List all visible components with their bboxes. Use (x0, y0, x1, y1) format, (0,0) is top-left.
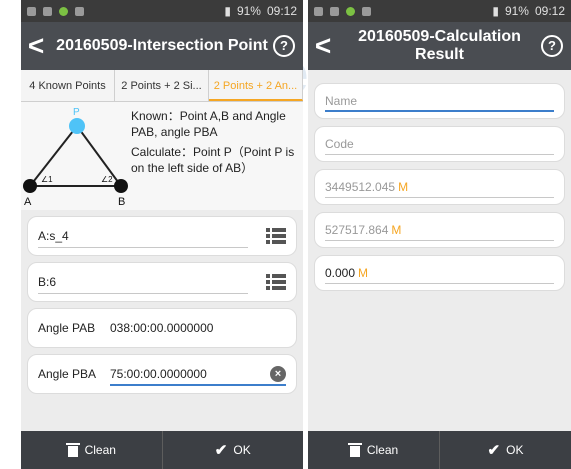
clock: 09:12 (266, 4, 297, 18)
app-icon (330, 6, 339, 16)
green-dot-icon (59, 6, 68, 16)
angle-pab-field[interactable]: Angle PAB 038:00:00.0000000 (27, 308, 297, 348)
label-b: B (118, 196, 125, 208)
notification-icon (314, 6, 323, 16)
calculate-text: Calculate：Point P（Point P is on the left… (131, 145, 295, 175)
point-p-marker (69, 118, 85, 134)
north-unit: M (398, 180, 409, 194)
angle-pba-field[interactable]: Angle PBA 75:00:00.0000000 × (27, 354, 297, 394)
clear-icon[interactable]: × (270, 366, 286, 382)
name-input[interactable]: Name (325, 94, 357, 108)
signal-icon: ▮ (492, 4, 499, 18)
point-a-marker (23, 179, 37, 193)
north-value: 3449512.045 (325, 180, 396, 194)
label-a: A (24, 196, 32, 208)
label-angle-1: ∠1 (41, 175, 53, 184)
angle-pba-input[interactable]: 75:00:00.0000000 (110, 367, 270, 381)
point-b-field[interactable]: B:6 (27, 262, 297, 302)
title-bar: < 20160509-Intersection Point ? (21, 22, 303, 70)
title-bar: < 20160509-Calculation Result ? (308, 22, 571, 70)
known-text: Known：Point A,B and Angle PAB, angle PBA (131, 109, 286, 139)
notification-icon (27, 6, 36, 16)
action-bar: Clean ✔ OK (308, 431, 571, 469)
label-p: P (73, 107, 80, 118)
tab-4-known-points[interactable]: 4 Known Points (21, 70, 115, 101)
method-tabs: 4 Known Points 2 Points + 2 Si... 2 Poin… (21, 70, 303, 102)
east-value: 527517.864 (325, 223, 389, 237)
back-icon[interactable]: < (308, 22, 338, 70)
clean-button[interactable]: Clean (21, 431, 163, 469)
check-icon: ✔ (214, 442, 228, 459)
point-b-value: B:6 (38, 275, 57, 289)
ok-label: OK (506, 443, 524, 457)
clock: 09:12 (534, 4, 565, 18)
triangle-diagram: P A B ∠1 ∠2 (21, 102, 131, 210)
intersection-point-screen: ▮ 91% 09:12 < 20160509-Intersection Poin… (21, 0, 303, 469)
method-text: Known：Point A,B and Angle PAB, angle PBA… (131, 102, 303, 210)
battery-level: 91% (236, 4, 261, 18)
height-unit: M (358, 266, 369, 280)
status-bar: ▮ 91% 09:12 (21, 0, 303, 22)
code-input[interactable]: Code (325, 137, 354, 151)
signal-icon: ▮ (224, 4, 231, 18)
ok-button[interactable]: ✔ OK (163, 431, 304, 469)
code-field[interactable]: Code (314, 126, 565, 162)
image-icon (362, 6, 371, 16)
name-field[interactable]: Name (314, 83, 565, 119)
east-field[interactable]: 527517.864 M (314, 212, 565, 248)
height-value: 0.000 (325, 266, 356, 280)
clean-label: Clean (84, 443, 116, 457)
height-field[interactable]: 0.000 M (314, 255, 565, 291)
ok-button[interactable]: ✔ OK (440, 431, 571, 469)
east-unit: M (391, 223, 402, 237)
point-list-icon[interactable] (266, 228, 286, 244)
action-bar: Clean ✔ OK (21, 431, 303, 469)
help-icon[interactable]: ? (273, 35, 295, 57)
tab-2-points-2-sides[interactable]: 2 Points + 2 Si... (115, 70, 209, 101)
status-bar: ▮ 91% 09:12 (308, 0, 571, 22)
ok-label: OK (233, 443, 251, 457)
help-icon[interactable]: ? (541, 35, 563, 57)
angle-pab-label: Angle PAB (38, 321, 96, 335)
check-icon: ✔ (487, 442, 501, 459)
green-dot-icon (346, 6, 355, 16)
angle-pab-input[interactable]: 038:00:00.0000000 (110, 321, 286, 335)
angle-pba-label: Angle PBA (38, 367, 97, 381)
app-icon (43, 6, 52, 16)
north-field[interactable]: 3449512.045 M (314, 169, 565, 205)
point-a-field[interactable]: A:s_4 (27, 216, 297, 256)
clean-button[interactable]: Clean (308, 431, 440, 469)
image-icon (75, 6, 84, 16)
method-description: P A B ∠1 ∠2 Known：Point A,B and Angle PA… (21, 102, 303, 210)
page-title: 20160509-Intersection Point (56, 37, 268, 54)
label-angle-2: ∠2 (101, 175, 113, 184)
point-a-value: A:s_4 (38, 229, 69, 243)
trash-icon (65, 443, 80, 457)
trash-icon (347, 443, 362, 457)
clean-label: Clean (366, 443, 399, 457)
point-b-marker (114, 179, 128, 193)
calculation-result-screen: ▮ 91% 09:12 < 20160509-Calculation Resul… (308, 0, 571, 469)
back-icon[interactable]: < (21, 22, 51, 70)
point-list-icon[interactable] (266, 274, 286, 290)
battery-level: 91% (504, 4, 529, 18)
page-title: 20160509-Calculation Result (358, 28, 521, 63)
tab-2-points-2-angles[interactable]: 2 Points + 2 An... (209, 70, 303, 101)
